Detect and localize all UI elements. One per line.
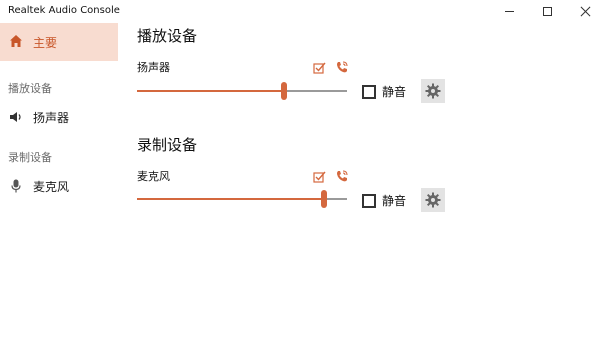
sidebar-item-microphone-label: 麦克风 [33, 180, 70, 194]
microphone-volume-fill [137, 198, 324, 200]
sidebar-item-home[interactable]: 主要 [0, 23, 118, 61]
microphone-volume-thumb[interactable] [321, 190, 327, 208]
default-communication-phone-icon [337, 170, 348, 182]
microphone-mute-box[interactable] [362, 193, 376, 208]
sidebar-item-speaker[interactable]: 扬声器 [0, 103, 118, 131]
sidebar-item-speaker-label: 扬声器 [33, 111, 70, 125]
microphone-device-name: 麦克风 [137, 170, 170, 183]
sidebar-item-home-label: 主要 [33, 36, 58, 50]
default-device-check-icon [313, 171, 326, 183]
microphone-settings-button[interactable] [421, 188, 445, 212]
default-communication-phone-icon [337, 61, 348, 73]
speaker-icon [10, 112, 21, 122]
speaker-volume-slider[interactable] [137, 81, 347, 101]
speaker-settings-button[interactable] [421, 79, 445, 103]
microphone-mute-checkbox[interactable]: 静音 [362, 192, 406, 209]
close-button[interactable] [562, 0, 600, 23]
gear-icon [425, 83, 441, 99]
maximize-icon [542, 7, 552, 16]
speaker-volume-fill [137, 90, 284, 92]
default-device-check-icon [313, 62, 326, 74]
speaker-device-name: 扬声器 [137, 61, 170, 74]
gear-icon [425, 192, 441, 208]
speaker-mute-checkbox[interactable]: 静音 [362, 83, 406, 100]
close-icon [580, 6, 591, 17]
recording-section-title: 录制设备 [137, 136, 198, 154]
sidebar-section-recording: 录制设备 [8, 151, 52, 164]
microphone-volume-slider[interactable] [137, 189, 347, 209]
app-title: Realtek Audio Console [8, 5, 120, 16]
sidebar-section-playback: 播放设备 [8, 82, 52, 95]
speaker-volume-thumb[interactable] [281, 82, 287, 100]
title-bar: Realtek Audio Console [0, 0, 600, 23]
home-icon [10, 35, 22, 47]
sidebar-item-microphone[interactable]: 麦克风 [0, 172, 118, 200]
minimize-icon [504, 11, 514, 12]
playback-section-title: 播放设备 [137, 27, 198, 45]
sidebar: 主要 播放设备 扬声器 录制设备 麦克风 [0, 23, 118, 344]
microphone-icon [11, 179, 21, 193]
speaker-mute-label: 静音 [382, 85, 407, 99]
microphone-mute-label: 静音 [382, 194, 407, 208]
speaker-mute-box[interactable] [362, 84, 376, 99]
